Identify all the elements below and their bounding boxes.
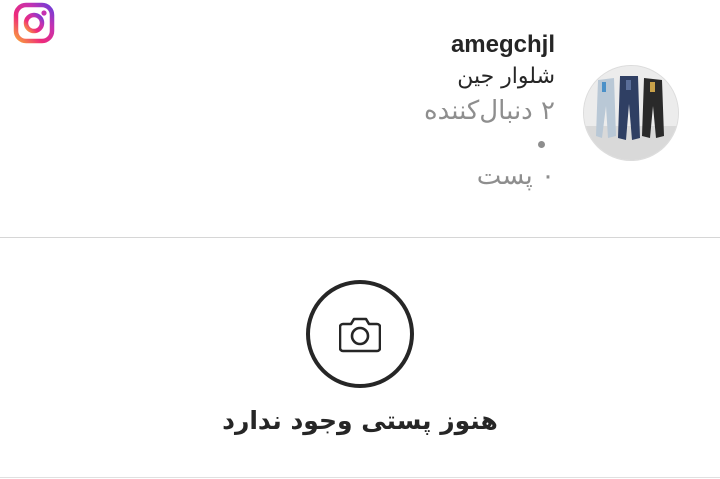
camera-icon	[339, 317, 381, 353]
stats-separator	[538, 141, 545, 148]
empty-state-camera	[306, 280, 414, 388]
header-divider	[0, 237, 720, 238]
empty-state-message: هنوز پستی وجود ندارد	[222, 406, 498, 435]
profile-avatar[interactable]	[584, 66, 678, 160]
profile-username[interactable]: amegchjl	[451, 31, 555, 59]
profile-photo-jeans	[584, 66, 678, 160]
followers-count[interactable]: ۲ دنبال‌کننده	[424, 96, 555, 126]
profile-header: amegchjl شلوار جین ۲ دنبال‌کننده ۰ پست	[0, 0, 720, 238]
profile-bio: شلوار جین	[457, 64, 555, 89]
posts-count: ۰ پست	[476, 161, 555, 191]
footer-divider	[0, 477, 720, 478]
